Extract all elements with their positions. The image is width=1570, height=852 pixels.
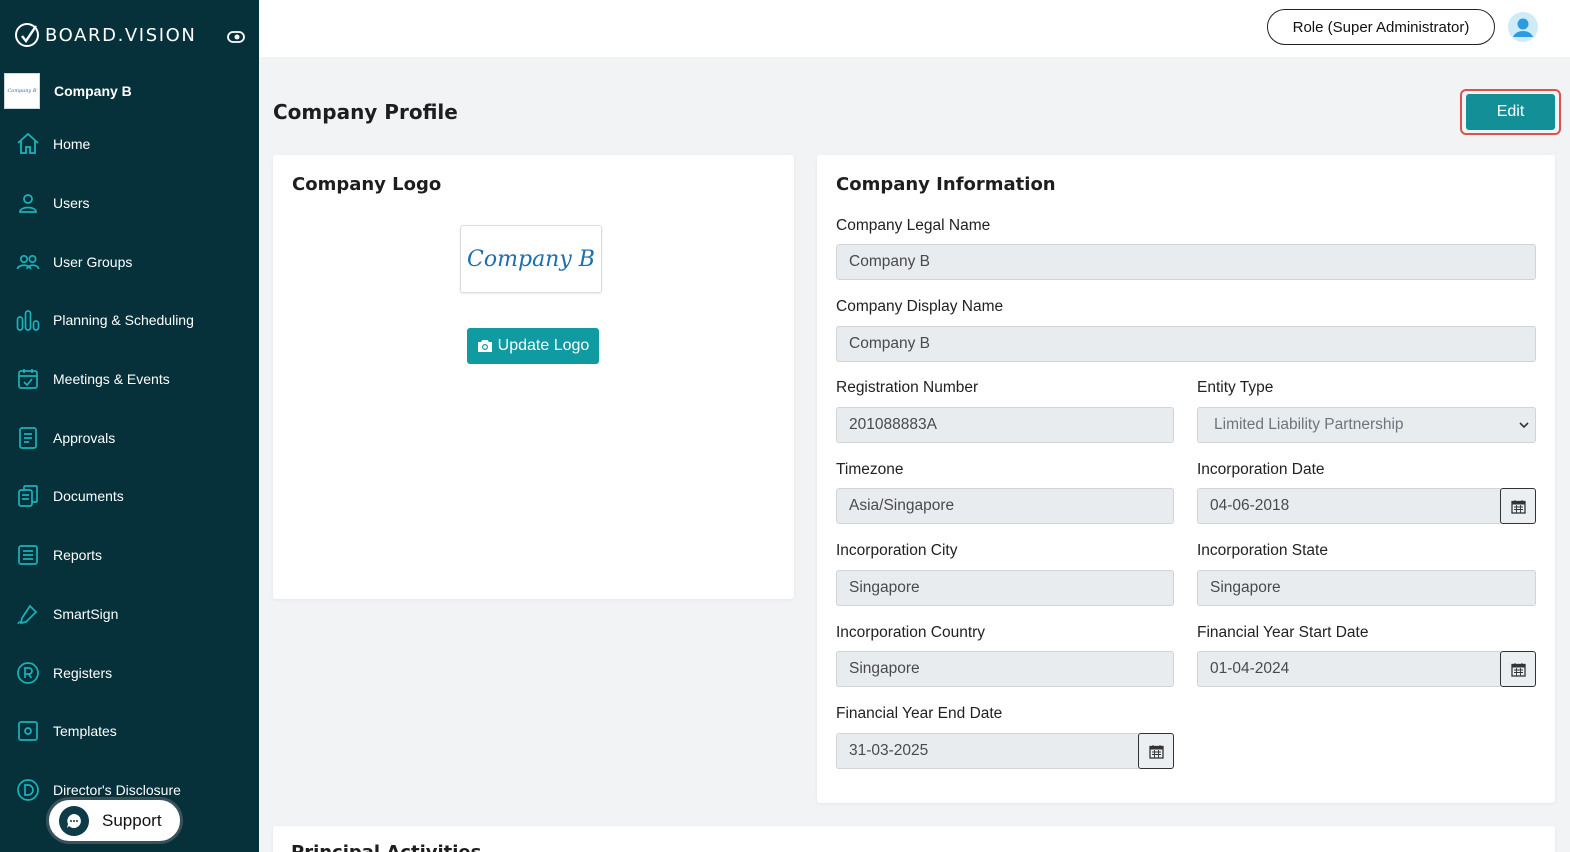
sidebar-item-label: Director's Disclosure (53, 781, 181, 798)
card-title: Company Logo (292, 174, 442, 195)
report-icon (18, 545, 38, 566)
incorporation-city-label: Incorporation City (836, 542, 958, 559)
registration-number-field[interactable]: 201088883A (836, 407, 1174, 443)
timezone-field[interactable]: Asia/Singapore (836, 488, 1174, 524)
document-list-icon (19, 426, 37, 449)
company-name: Company B (54, 83, 132, 99)
sidebar-item-templates[interactable]: Templates (0, 702, 259, 761)
sidebar-item-home[interactable]: Home (0, 115, 259, 174)
brand-logo[interactable]: BOARD.VISION (14, 22, 196, 48)
card-title: Company Information (836, 174, 1056, 195)
entity-type-select[interactable]: Limited Liability Partnership (1197, 407, 1536, 443)
sidebar-item-label: Users (53, 195, 90, 212)
sidebar-item-label: Documents (53, 488, 124, 505)
sidebar: BOARD.VISION Company B Company B Home Us… (0, 0, 259, 852)
timezone-label: Timezone (836, 461, 904, 478)
entity-type-label: Entity Type (1197, 379, 1274, 396)
documents-icon (18, 485, 38, 508)
sidebar-item-label: Registers (53, 664, 113, 681)
chevron-down-icon (1519, 422, 1529, 429)
sidebar-item-meetings[interactable]: Meetings & Events (0, 350, 259, 409)
entity-type-value: Limited Liability Partnership (1214, 416, 1404, 433)
incorporation-date-calendar-button[interactable] (1500, 488, 1536, 524)
sidebar-item-registers[interactable]: Registers (0, 643, 259, 702)
page-title: Company Profile (273, 100, 458, 124)
calendar-icon (1148, 744, 1164, 759)
incorporation-country-label: Incorporation Country (836, 624, 986, 641)
template-icon (18, 721, 38, 742)
bar-chart-icon (16, 310, 40, 332)
incorporation-state-field[interactable]: Singapore (1197, 570, 1536, 606)
company-thumb-logo: Company B (4, 73, 40, 109)
sidebar-item-approvals[interactable]: Approvals (0, 408, 259, 467)
calendar-icon (1510, 499, 1526, 514)
incorporation-date-field[interactable]: 04-06-2018 (1197, 488, 1502, 524)
registration-number-label: Registration Number (836, 379, 979, 396)
sidebar-toggle-icon[interactable] (227, 30, 245, 44)
support-button[interactable]: Support (46, 797, 183, 844)
sidebar-item-user-groups[interactable]: User Groups (0, 232, 259, 291)
camera-icon (477, 340, 492, 352)
support-label: Support (102, 810, 162, 830)
sidebar-item-documents[interactable]: Documents (0, 467, 259, 526)
company-information-card: Company Information Company Legal Name C… (817, 155, 1555, 803)
role-badge[interactable]: Role (Super Administrator) (1267, 9, 1495, 45)
sidebar-item-label: User Groups (53, 253, 133, 270)
display-name-field[interactable]: Company B (836, 326, 1536, 362)
card-title: Principal Activities (291, 842, 481, 852)
calendar-icon (1510, 662, 1526, 677)
chat-bubble-icon (59, 805, 89, 836)
sidebar-item-label: Templates (53, 723, 117, 740)
sidebar-item-label: Approvals (53, 429, 116, 446)
display-name-label: Company Display Name (836, 298, 1004, 315)
sidebar-item-label: SmartSign (53, 605, 119, 622)
incorporation-country-field[interactable]: Singapore (836, 651, 1174, 687)
signature-pen-icon (17, 604, 38, 625)
incorporation-date-label: Incorporation Date (1197, 461, 1325, 478)
user-group-icon (16, 254, 40, 270)
sidebar-nav: Home Users User Groups Planning & Schedu… (0, 115, 259, 819)
incorporation-city-field[interactable]: Singapore (836, 570, 1174, 606)
fy-start-field[interactable]: 01-04-2024 (1197, 651, 1502, 687)
sidebar-item-label: Meetings & Events (53, 371, 170, 388)
avatar-icon[interactable] (1508, 12, 1538, 42)
legal-name-field[interactable]: Company B (836, 244, 1536, 280)
calendar-check-icon (18, 369, 38, 389)
sidebar-item-reports[interactable]: Reports (0, 526, 259, 585)
sidebar-item-label: Planning & Scheduling (53, 312, 194, 329)
sidebar-item-smartsign[interactable]: SmartSign (0, 585, 259, 644)
sidebar-item-label: Reports (53, 547, 103, 564)
brand-mark-icon (15, 23, 39, 47)
sidebar-item-label: Home (53, 136, 91, 153)
principal-activities-card: Principal Activities (273, 826, 1555, 852)
edit-button[interactable]: Edit (1466, 94, 1555, 130)
company-switcher[interactable]: Company B Company B (4, 72, 259, 110)
fy-start-label: Financial Year Start Date (1197, 624, 1369, 641)
fy-end-label: Financial Year End Date (836, 705, 1003, 722)
company-logo-card: Company Logo Company B Update Logo (273, 155, 794, 599)
top-bar: Role (Super Administrator) (259, 0, 1570, 57)
user-icon (19, 194, 37, 213)
legal-name-label: Company Legal Name (836, 217, 991, 234)
home-icon (17, 133, 39, 155)
fy-start-calendar-button[interactable] (1500, 651, 1536, 687)
update-logo-label: Update Logo (497, 337, 590, 354)
sidebar-item-users[interactable]: Users (0, 174, 259, 233)
sidebar-item-planning[interactable]: Planning & Scheduling (0, 291, 259, 350)
registered-icon (17, 661, 39, 684)
update-logo-button[interactable]: Update Logo (467, 328, 599, 364)
incorporation-state-label: Incorporation State (1197, 542, 1328, 559)
disclosure-d-icon (17, 779, 39, 801)
brand-name: BOARD.VISION (45, 24, 197, 46)
fy-end-calendar-button[interactable] (1138, 733, 1174, 769)
company-logo-image: Company B (460, 225, 602, 293)
fy-end-field[interactable]: 31-03-2025 (836, 733, 1141, 769)
